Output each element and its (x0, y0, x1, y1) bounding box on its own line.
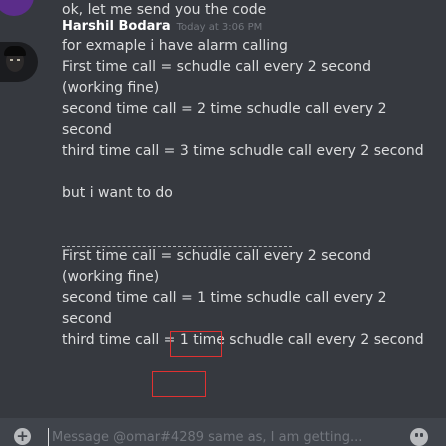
message-line: First time call = schudle call every 2 s… (62, 248, 372, 264)
avatar[interactable] (0, 42, 38, 82)
message-composer: + (0, 418, 446, 446)
plus-icon[interactable]: + (14, 428, 31, 445)
message-line: second (62, 311, 112, 327)
message-line (62, 162, 442, 183)
message-line: third time call = 1 time schudle call ev… (62, 332, 424, 348)
message-line: second time call = 2 time schudle call e… (62, 101, 387, 117)
message-input[interactable] (48, 428, 378, 446)
message-line: for exmaple i have alarm calling (62, 38, 288, 54)
highlight-box (170, 331, 222, 357)
message-line: second time call = 1 time schudle call e… (62, 290, 387, 306)
avatar-hair (4, 46, 26, 56)
message-header: Harshil Bodara Today at 3:06 PM (62, 16, 442, 36)
timestamp: Today at 3:06 PM (176, 22, 263, 33)
dashed-divider (62, 246, 292, 247)
avatar-eye (17, 59, 20, 61)
message: Harshil Bodara Today at 3:06 PM for exmap… (62, 16, 442, 351)
avatar-eye (10, 59, 13, 61)
username[interactable]: Harshil Bodara (62, 19, 171, 34)
avatar[interactable] (0, 0, 34, 16)
highlight-box (152, 371, 206, 397)
message-line: (working fine) (62, 80, 160, 96)
message-line: but i want to do (62, 185, 173, 201)
message-line: third time call = 3 time schudle call ev… (62, 143, 424, 159)
message-line: First time call = schudle call every 2 s… (62, 59, 372, 75)
message-line: second (62, 122, 112, 138)
emoji-icon[interactable] (410, 428, 428, 446)
message-line: (working fine) (62, 269, 160, 285)
